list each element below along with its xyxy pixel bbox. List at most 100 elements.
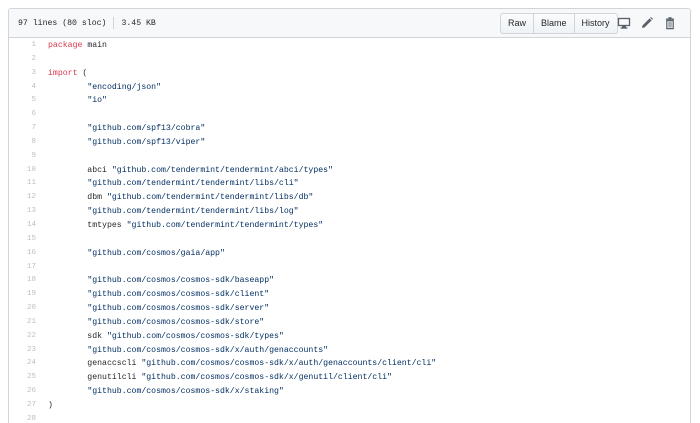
code-line: 9: [9, 150, 690, 164]
blame-button[interactable]: Blame: [533, 14, 574, 33]
code-line: 2: [9, 53, 690, 67]
code-string: "github.com/tendermint/tendermint/libs/l…: [87, 207, 299, 217]
pencil-icon[interactable]: [640, 16, 654, 30]
line-content: "github.com/spf13/viper": [48, 136, 205, 150]
code-string: "github.com/spf13/cobra": [87, 124, 206, 134]
code-string: "github.com/cosmos/cosmos-sdk/x/auth/gen…: [87, 345, 329, 355]
code-line: 3 import (: [9, 67, 690, 81]
code-line: 18 "github.com/cosmos/cosmos-sdk/baseapp…: [9, 274, 690, 288]
line-number[interactable]: 3: [9, 67, 36, 81]
code-string: "encoding/json": [87, 82, 162, 92]
code-line: 12 dbm "github.com/tendermint/tendermint…: [9, 191, 690, 205]
code-keyword: package: [48, 41, 83, 50]
code-line: 17: [9, 261, 690, 275]
raw-button[interactable]: Raw: [501, 14, 533, 33]
code-token: abci: [48, 165, 112, 175]
line-count: 97 lines (80 sloc): [18, 18, 107, 28]
code-string: "github.com/spf13/viper": [87, 137, 206, 147]
line-number[interactable]: 27: [9, 399, 36, 413]
line-number[interactable]: 14: [9, 219, 36, 233]
code-line: 19 "github.com/cosmos/cosmos-sdk/client": [9, 288, 690, 302]
line-content: abci "github.com/tendermint/tendermint/a…: [48, 164, 333, 178]
code-line: 4 "encoding/json": [9, 81, 690, 95]
code-token: main: [82, 41, 107, 50]
code-string: "github.com/cosmos/cosmos-sdk/baseapp": [87, 276, 275, 286]
line-number[interactable]: 25: [9, 371, 36, 385]
code-token: dbm: [48, 193, 107, 203]
line-number[interactable]: 5: [9, 94, 36, 108]
line-content: "github.com/spf13/cobra": [48, 122, 205, 136]
code-token: ): [48, 400, 53, 410]
code-line: 8 "github.com/spf13/viper": [9, 136, 690, 150]
code-token: tmtypes: [48, 220, 127, 230]
code-token: (: [77, 68, 88, 78]
code-token: genaccscli: [48, 359, 142, 369]
code-token: genutilcli: [48, 373, 142, 383]
line-number[interactable]: 7: [9, 122, 36, 136]
line-number[interactable]: 8: [9, 136, 36, 150]
line-number[interactable]: 12: [9, 191, 36, 205]
trash-icon[interactable]: [663, 16, 677, 30]
line-number[interactable]: 21: [9, 316, 36, 330]
code-line: 21 "github.com/cosmos/cosmos-sdk/store": [9, 316, 690, 330]
code-line: 14 tmtypes "github.com/tendermint/tender…: [9, 219, 690, 233]
line-content: "io": [48, 94, 107, 108]
code-string: "io": [87, 96, 107, 106]
line-number[interactable]: 17: [9, 261, 36, 275]
line-number[interactable]: 16: [9, 247, 36, 261]
line-number[interactable]: 19: [9, 288, 36, 302]
code-view: 1 package main 2 3 import (4 "encoding/json"…: [9, 38, 690, 423]
code-line: 23 "github.com/cosmos/cosmos-sdk/x/auth/…: [9, 344, 690, 358]
line-number[interactable]: 2: [9, 53, 36, 67]
code-string: "github.com/cosmos/cosmos-sdk/x/auth/gen…: [141, 359, 437, 369]
code-string: "github.com/tendermint/tendermint/libs/c…: [87, 179, 299, 189]
line-content: sdk "github.com/cosmos/cosmos-sdk/types": [48, 330, 284, 344]
line-content: "github.com/cosmos/cosmos-sdk/client": [48, 288, 269, 302]
code-line: 7 "github.com/spf13/cobra": [9, 122, 690, 136]
line-number[interactable]: 15: [9, 233, 36, 247]
history-button[interactable]: History: [573, 14, 617, 33]
line-number[interactable]: 4: [9, 81, 36, 95]
code-line: 24 genaccscli "github.com/cosmos/cosmos-…: [9, 357, 690, 371]
code-string: "github.com/tendermint/tendermint/types": [126, 220, 324, 230]
code-line: 28: [9, 413, 690, 423]
line-number[interactable]: 6: [9, 108, 36, 122]
line-number[interactable]: 18: [9, 274, 36, 288]
line-content: package main: [48, 39, 107, 53]
line-number[interactable]: 24: [9, 357, 36, 371]
line-content: "github.com/cosmos/cosmos-sdk/baseapp": [48, 274, 274, 288]
line-number[interactable]: 26: [9, 385, 36, 399]
view-button-group: Raw Blame History: [500, 13, 618, 34]
code-line: 13 "github.com/tendermint/tendermint/lib…: [9, 205, 690, 219]
code-line: 16 "github.com/cosmos/gaia/app": [9, 247, 690, 261]
line-number[interactable]: 13: [9, 205, 36, 219]
desktop-icon[interactable]: [617, 16, 631, 30]
line-content: "github.com/tendermint/tendermint/libs/c…: [48, 177, 299, 191]
line-number[interactable]: 20: [9, 302, 36, 316]
code-string: "github.com/cosmos/cosmos-sdk/server": [87, 304, 270, 314]
file-size: 3.45 KB: [121, 18, 156, 28]
line-number[interactable]: 9: [9, 150, 36, 164]
code-line: 20 "github.com/cosmos/cosmos-sdk/server": [9, 302, 690, 316]
line-number[interactable]: 22: [9, 330, 36, 344]
line-content: "github.com/cosmos/cosmos-sdk/x/staking": [48, 385, 284, 399]
line-number[interactable]: 28: [9, 413, 36, 423]
line-number[interactable]: 11: [9, 177, 36, 191]
file-header: 97 lines (80 sloc) 3.45 KB Raw Blame His…: [9, 9, 690, 38]
code-line: 22 sdk "github.com/cosmos/cosmos-sdk/typ…: [9, 330, 690, 344]
code-line: 1 package main: [9, 39, 690, 53]
code-line: 5 "io": [9, 94, 690, 108]
line-number[interactable]: 1: [9, 39, 36, 53]
code-line: 11 "github.com/tendermint/tendermint/lib…: [9, 177, 690, 191]
code-string: "github.com/cosmos/cosmos-sdk/client": [87, 290, 270, 300]
line-number[interactable]: 10: [9, 164, 36, 178]
line-number[interactable]: 23: [9, 344, 36, 358]
